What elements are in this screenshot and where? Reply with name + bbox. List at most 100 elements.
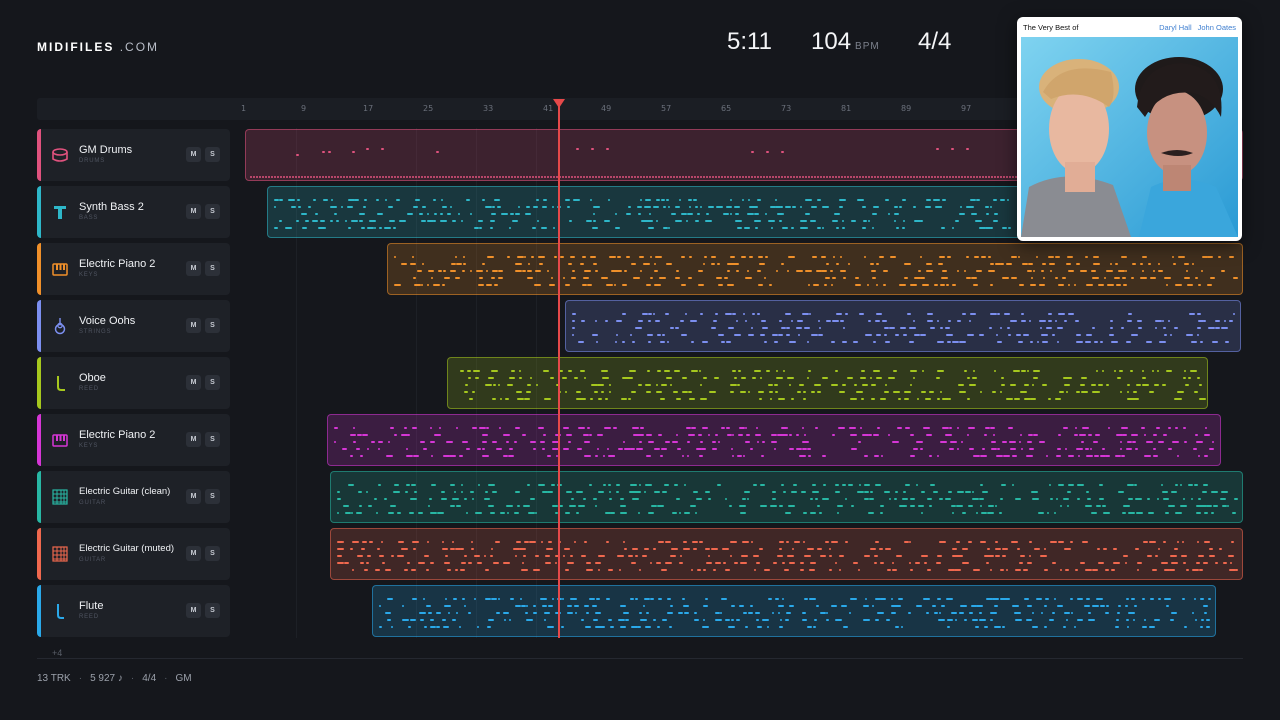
midi-note <box>1019 441 1021 443</box>
midi-note <box>957 448 959 450</box>
midi-note <box>567 605 572 607</box>
brand-logo[interactable]: MIDIFILES .COM <box>37 40 159 54</box>
midi-note <box>952 176 954 178</box>
midi-note <box>993 199 997 201</box>
solo-button[interactable]: S <box>205 375 220 390</box>
clip-oboe[interactable] <box>447 357 1208 409</box>
midi-note <box>604 176 606 178</box>
midi-note <box>548 541 552 543</box>
midi-note <box>724 176 726 178</box>
midi-note <box>390 505 396 507</box>
clip-electric-guitar-muted[interactable] <box>330 528 1243 580</box>
midi-note <box>1030 341 1033 343</box>
track-header-electric-guitar-muted[interactable]: Electric Guitar (muted) GUITAR M S <box>37 528 230 580</box>
solo-button[interactable]: S <box>205 546 220 561</box>
midi-note <box>1126 341 1131 343</box>
midi-note <box>673 176 675 178</box>
track-header-electric-piano-2[interactable]: Electric Piano 2 KEYS M S <box>37 243 230 295</box>
track-header-electric-guitar-clean[interactable]: Electric Guitar (clean) GUITAR M S <box>37 471 230 523</box>
album-title: The Very Best of <box>1023 23 1079 32</box>
mute-button[interactable]: M <box>186 489 201 504</box>
midi-note <box>1012 455 1017 457</box>
track-color-bar <box>37 186 41 238</box>
clip-electric-piano-2[interactable] <box>327 414 1221 466</box>
solo-button[interactable]: S <box>205 261 220 276</box>
midi-note <box>1031 491 1038 493</box>
track-header-oboe[interactable]: Oboe REED M S <box>37 357 230 409</box>
midi-note <box>856 176 858 178</box>
mute-button[interactable]: M <box>186 261 201 276</box>
midi-note <box>730 384 737 386</box>
solo-button[interactable]: S <box>205 318 220 333</box>
solo-button[interactable]: S <box>205 489 220 504</box>
midi-note <box>450 505 455 507</box>
midi-note <box>388 512 394 514</box>
mute-button[interactable]: M <box>186 147 201 162</box>
midi-note <box>1154 384 1159 386</box>
mute-button[interactable]: M <box>186 546 201 561</box>
midi-note <box>937 320 939 322</box>
midi-note <box>351 512 353 514</box>
midi-note <box>845 498 847 500</box>
midi-note <box>271 176 273 178</box>
midi-note <box>947 619 953 621</box>
midi-note <box>901 626 903 628</box>
mute-button[interactable]: M <box>186 318 201 333</box>
midi-note <box>937 555 942 557</box>
midi-note <box>442 541 444 543</box>
midi-note <box>791 227 794 229</box>
midi-note <box>553 176 555 178</box>
midi-note <box>1093 256 1099 258</box>
midi-note <box>638 213 641 215</box>
clip-flute[interactable] <box>372 585 1216 637</box>
midi-note <box>622 284 627 286</box>
midi-note <box>535 512 537 514</box>
mute-button[interactable]: M <box>186 603 201 618</box>
midi-note <box>925 206 931 208</box>
midi-note <box>711 327 716 329</box>
more-tracks-label[interactable]: +4 <box>52 648 62 658</box>
midi-note <box>835 176 837 178</box>
track-header-flute[interactable]: Flute REED M S <box>37 585 230 637</box>
tempo-unit: BPM <box>855 41 880 52</box>
midi-note <box>682 455 684 457</box>
midi-note <box>959 341 966 343</box>
midi-note <box>1206 626 1210 628</box>
midi-note <box>464 605 466 607</box>
track-header-voice-oohs[interactable]: Voice Oohs STRINGS M S <box>37 300 230 352</box>
midi-note <box>986 213 989 215</box>
mute-button[interactable]: M <box>186 432 201 447</box>
mute-button[interactable]: M <box>186 204 201 219</box>
clip-electric-piano-2[interactable] <box>387 243 1243 295</box>
playhead[interactable] <box>558 100 560 638</box>
clip-voice-oohs[interactable] <box>565 300 1241 352</box>
track-header-synth-bass-2[interactable]: Synth Bass 2 BASS M S <box>37 186 230 238</box>
midi-note <box>874 176 876 178</box>
track-header-electric-piano-2[interactable]: Electric Piano 2 KEYS M S <box>37 414 230 466</box>
solo-button[interactable]: S <box>205 147 220 162</box>
midi-note <box>645 484 652 486</box>
playhead-marker[interactable] <box>553 99 565 108</box>
midi-note <box>879 256 884 258</box>
solo-button[interactable]: S <box>205 432 220 447</box>
solo-button[interactable]: S <box>205 603 220 618</box>
midi-note <box>732 434 734 436</box>
solo-button[interactable]: S <box>205 204 220 219</box>
midi-note <box>813 284 819 286</box>
midi-note <box>643 263 650 265</box>
midi-note <box>506 505 513 507</box>
midi-note <box>426 605 431 607</box>
midi-note <box>377 213 383 215</box>
midi-note <box>679 176 681 178</box>
midi-note <box>628 176 630 178</box>
midi-note <box>925 176 927 178</box>
midi-note <box>1021 370 1026 372</box>
midi-note <box>355 176 357 178</box>
ruler-tick: 1 <box>241 104 247 113</box>
mute-button[interactable]: M <box>186 375 201 390</box>
clip-electric-guitar-clean[interactable] <box>330 471 1243 523</box>
midi-note <box>1153 270 1155 272</box>
midi-note <box>469 398 473 400</box>
clip-synth-bass-2[interactable] <box>267 186 1040 238</box>
track-header-gm-drums[interactable]: GM Drums DRUMS M S <box>37 129 230 181</box>
